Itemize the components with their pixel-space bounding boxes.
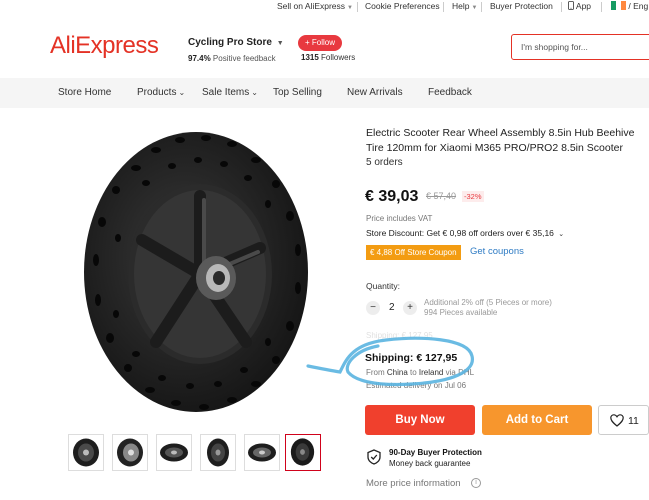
thumbnail[interactable]	[156, 434, 192, 471]
buy-now-button[interactable]: Buy Now	[365, 405, 475, 435]
ship-carrier: via DHL	[443, 368, 475, 377]
pieces-available: 994 Pieces available	[424, 308, 498, 317]
ship-destination: Ireland	[418, 368, 444, 377]
nav-store-home[interactable]: Store Home	[58, 87, 111, 98]
chevron-down-icon: ⌄	[558, 231, 565, 238]
wishlist-count: 11	[628, 415, 639, 427]
product-title: Electric Scooter Rear Wheel Assembly 8.5…	[366, 127, 635, 154]
bulk-discount-note: Additional 2% off (5 Pieces or more)	[424, 298, 552, 307]
nav-top-selling[interactable]: Top Selling	[273, 87, 322, 98]
thumbnail[interactable]	[244, 434, 280, 471]
chevron-down-icon: ▼	[471, 5, 478, 11]
heart-icon	[610, 414, 624, 427]
thumbnail[interactable]	[112, 434, 148, 471]
help-label: Help	[452, 1, 470, 11]
more-price-info-link[interactable]: More price information	[366, 478, 461, 489]
sell-label: Sell on AliExpress	[277, 1, 346, 11]
discount-badge: -32%	[462, 191, 484, 202]
ship-origin: China	[386, 368, 408, 377]
quantity-increase-button[interactable]: +	[403, 301, 417, 315]
thumbnail-selected[interactable]	[285, 434, 321, 471]
ireland-flag-icon	[611, 1, 626, 10]
quantity-label: Quantity:	[366, 281, 401, 291]
quantity-value[interactable]: 2	[389, 302, 395, 313]
buyer-protection-title: 90-Day Buyer Protection	[389, 448, 482, 457]
shipping-faded: Shipping: € 127,95	[366, 331, 433, 340]
vat-note: Price includes VAT	[366, 214, 433, 223]
shield-check-icon	[367, 449, 381, 465]
chevron-down-icon: ▼	[276, 40, 284, 47]
get-coupons-link[interactable]: Get coupons	[470, 246, 524, 257]
divider	[481, 2, 482, 12]
ship-to-text: to	[407, 368, 419, 377]
nav-new-arrivals[interactable]: New Arrivals	[347, 87, 403, 98]
divider	[561, 2, 562, 12]
top-utility-bar: Sell on AliExpress ▼ Cookie Preferences H…	[0, 0, 649, 14]
nav-products-label: Products	[137, 87, 177, 98]
orders-count: 5 orders	[366, 157, 403, 168]
thumbnail[interactable]	[68, 434, 104, 471]
buyer-protection-link[interactable]: Buyer Protection	[490, 1, 553, 11]
store-discount[interactable]: Store Discount: Get € 0,98 off orders ov…	[366, 228, 564, 238]
nav-products[interactable]: Products ⌄	[137, 87, 185, 98]
product-main-image[interactable]	[76, 128, 310, 416]
follow-button[interactable]: + Follow	[298, 35, 342, 51]
divider	[443, 2, 444, 12]
app-label: App	[575, 1, 592, 11]
store-coupon-badge: € 4,88 Off Store Coupon	[366, 245, 461, 260]
search-box	[511, 34, 649, 60]
info-icon[interactable]: i	[471, 478, 481, 488]
feedback-percent: 97.4%	[188, 54, 211, 63]
quantity-note: Additional 2% off (5 Pieces or more) 994 …	[424, 298, 552, 318]
shipping-cost: Shipping: € 127,95	[365, 352, 458, 364]
store-header: AliExpress Cycling Pro Store ▼ 97.4% Pos…	[0, 14, 649, 78]
nav-sale-items-label: Sale Items	[202, 87, 250, 98]
app-link[interactable]: App	[568, 1, 591, 11]
store-discount-label: Store Discount: Get € 0,98 off orders ov…	[366, 228, 554, 238]
phone-icon	[568, 1, 574, 10]
followers-count: 1315 Followers	[301, 53, 355, 62]
shipping-route[interactable]: From China to Ireland via DHL	[366, 368, 474, 377]
thumbnail[interactable]	[200, 434, 236, 471]
estimated-delivery: Estimated delivery on Jul 06	[366, 381, 467, 390]
help-menu[interactable]: Help ▼	[452, 1, 477, 11]
aliexpress-logo[interactable]: AliExpress	[50, 32, 159, 60]
cookie-preferences-link[interactable]: Cookie Preferences	[365, 1, 440, 11]
store-name[interactable]: Cycling Pro Store ▼	[188, 37, 284, 48]
store-feedback: 97.4% Positive feedback	[188, 54, 276, 63]
nav-sale-items[interactable]: Sale Items ⌄	[202, 87, 258, 98]
buyer-protection-subtitle: Money back guarantee	[389, 459, 471, 468]
chevron-down-icon: ⌄	[178, 88, 186, 97]
nav-feedback[interactable]: Feedback	[428, 87, 472, 98]
divider	[357, 2, 358, 12]
chevron-down-icon: ⌄	[251, 88, 258, 97]
search-input[interactable]	[512, 35, 649, 58]
store-nav-bar: Store Home Products ⌄ Sale Items ⌄ Top Sel…	[0, 78, 649, 108]
followers-label: Followers	[321, 53, 356, 62]
language-selector[interactable]: / Eng	[611, 1, 648, 11]
language-label: / Eng	[628, 1, 649, 11]
followers-number: 1315	[301, 53, 319, 62]
original-price: € 57,40	[426, 191, 457, 201]
add-to-cart-button[interactable]: Add to Cart	[482, 405, 592, 435]
current-price: € 39,03	[365, 188, 419, 205]
quantity-decrease-button[interactable]: −	[366, 301, 380, 315]
divider	[601, 2, 602, 12]
store-name-label: Cycling Pro Store	[188, 37, 272, 48]
ship-from-text: From	[366, 368, 387, 377]
chevron-down-icon: ▼	[347, 5, 353, 11]
feedback-label: Positive feedback	[212, 54, 276, 63]
sell-on-aliexpress-link[interactable]: Sell on AliExpress ▼	[277, 1, 353, 11]
wishlist-button[interactable]: 11	[598, 405, 649, 435]
